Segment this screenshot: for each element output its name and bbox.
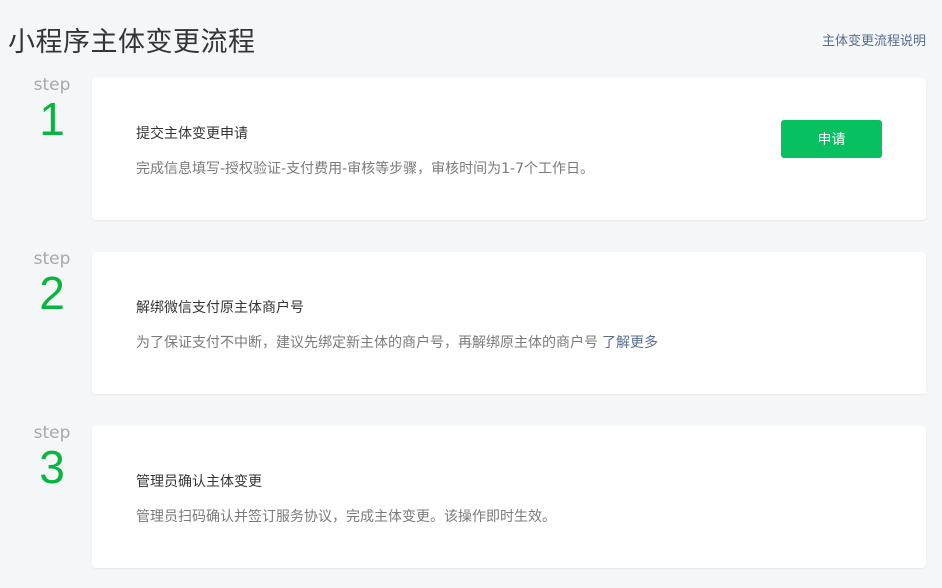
step-label: step <box>33 249 71 269</box>
step-title: 提交主体变更申请 <box>136 126 248 142</box>
step-label: step <box>33 423 71 443</box>
apply-button[interactable]: 申请 <box>781 120 882 158</box>
step-card: 解绑微信支付原主体商户号 为了保证支付不中断，建议先绑定新主体的商户号，再解绑原… <box>92 252 926 394</box>
step-marker: step 3 <box>28 424 76 490</box>
step-number: 1 <box>39 93 65 145</box>
step-number: 3 <box>39 441 65 493</box>
step-card: 管理员确认主体变更 管理员扫码确认并签订服务协议，完成主体变更。该操作即时生效。 <box>92 426 926 568</box>
step-title: 解绑微信支付原主体商户号 <box>136 300 304 316</box>
step-description: 完成信息填写-授权验证-支付费用-审核等步骤，审核时间为1-7个工作日。 <box>136 161 595 177</box>
page: 小程序主体变更流程 主体变更流程说明 step 1 提交主体变更申请 完成信息填… <box>0 0 942 588</box>
step-card: 提交主体变更申请 完成信息填写-授权验证-支付费用-审核等步骤，审核时间为1-7… <box>92 78 926 220</box>
step-title: 管理员确认主体变更 <box>136 474 262 490</box>
page-title: 小程序主体变更流程 <box>8 27 256 58</box>
step-marker: step 1 <box>28 76 76 142</box>
step-number: 2 <box>39 267 65 319</box>
step-description: 为了保证支付不中断，建议先绑定新主体的商户号，再解绑原主体的商户号 了解更多 <box>136 332 658 352</box>
learn-more-link[interactable]: 了解更多 <box>602 335 658 351</box>
step-description-text: 为了保证支付不中断，建议先绑定新主体的商户号，再解绑原主体的商户号 <box>136 335 598 351</box>
step-description: 管理员扫码确认并签订服务协议，完成主体变更。该操作即时生效。 <box>136 509 556 525</box>
step-marker: step 2 <box>28 250 76 316</box>
step-label: step <box>33 75 71 95</box>
process-help-link[interactable]: 主体变更流程说明 <box>822 30 926 49</box>
